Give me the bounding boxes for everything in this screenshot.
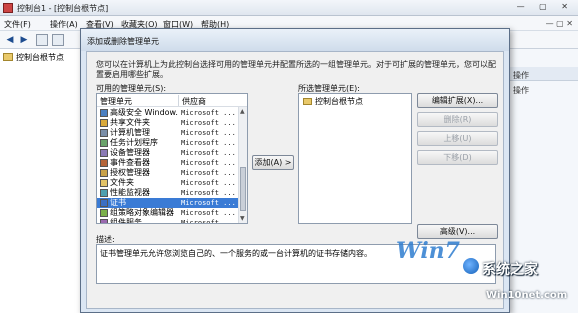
child-window-controls[interactable]: — ▢ ✕ xyxy=(546,19,573,28)
snapin-row[interactable]: 计算机管理 Microsoft ... xyxy=(97,128,238,138)
snapin-icon xyxy=(100,219,108,223)
snapin-icon xyxy=(100,149,108,157)
add-remove-snapin-dialog: 添加或删除管理单元 您可以在计算机上为此控制台选择可用的管理单元并配置所选的一组… xyxy=(80,28,510,313)
snapin-icon xyxy=(100,189,108,197)
export-list-icon[interactable] xyxy=(52,34,64,46)
forward-arrow-icon[interactable]: ▶ xyxy=(18,34,30,46)
snapin-name: 共享文件夹 xyxy=(110,118,150,127)
move-down-button[interactable]: 下移(D) xyxy=(417,150,498,165)
snapin-name: 证书 xyxy=(110,198,126,207)
snapin-icon xyxy=(100,209,108,217)
snapin-name: 任务计划程序 xyxy=(110,138,158,147)
watermark-brand: 系统之家 xyxy=(482,262,538,278)
column-header-snapin[interactable]: 管理单元 xyxy=(100,96,132,107)
console-app-icon xyxy=(3,3,13,13)
snapin-name: 文件夹 xyxy=(110,178,134,187)
console-tree: 控制台根节点 xyxy=(0,49,86,313)
scroll-thumb[interactable] xyxy=(240,167,246,211)
snapin-icon xyxy=(100,139,108,147)
snapin-vendor: Microsoft ... xyxy=(181,159,236,167)
dialog-title: 添加或删除管理单元 xyxy=(87,37,159,46)
edit-extensions-button[interactable]: 编辑扩展(X)... xyxy=(417,93,498,108)
snapin-row[interactable]: 高级安全 Window... Microsoft ... xyxy=(97,108,238,118)
snapin-name: 授权管理器 xyxy=(110,168,150,177)
snapin-vendor: Microsoft ... xyxy=(181,199,236,207)
dialog-description: 您可以在计算机上为此控制台选择可用的管理单元并配置所选的一组管理单元。对于可扩展… xyxy=(96,60,496,79)
window-title: 控制台1 - [控制台根节点] xyxy=(17,4,109,13)
snapin-vendor: Microsoft ... xyxy=(181,179,236,187)
snapin-icon xyxy=(100,199,108,207)
snapin-row[interactable]: 组策略对象编辑器 Microsoft ... xyxy=(97,208,238,218)
move-up-button[interactable]: 上移(U) xyxy=(417,131,498,146)
back-arrow-icon[interactable]: ◀ xyxy=(4,34,16,46)
folder-icon xyxy=(303,98,312,105)
snapin-name: 组件服务 xyxy=(110,218,142,224)
snapin-name: 事件查看器 xyxy=(110,158,150,167)
list-scrollbar[interactable]: ▲ ▼ xyxy=(238,107,247,223)
snapin-row[interactable]: 任务计划程序 Microsoft ... xyxy=(97,138,238,148)
snapin-icon xyxy=(100,119,108,127)
snapin-icon xyxy=(100,109,108,117)
window-controls[interactable]: — ▢ ✕ xyxy=(517,2,574,11)
snapin-vendor: Microsoft ... xyxy=(181,149,236,157)
snapin-row[interactable]: 共享文件夹 Microsoft ... xyxy=(97,118,238,128)
advanced-button[interactable]: 高级(V)... xyxy=(417,224,498,239)
dialog-body: 您可以在计算机上为此控制台选择可用的管理单元并配置所选的一组管理单元。对于可扩展… xyxy=(86,51,504,309)
snapin-vendor: Microsoft ... xyxy=(181,109,236,117)
snapin-vendor: Microsoft ... xyxy=(181,129,236,137)
actions-item[interactable]: 操作 xyxy=(513,70,529,81)
snapin-row[interactable]: 组件服务 Microsoft ... xyxy=(97,218,238,224)
snapin-icon xyxy=(100,179,108,187)
snapin-name: 组策略对象编辑器 xyxy=(110,208,174,217)
snapin-vendor: Microsoft ... xyxy=(181,189,236,197)
snapin-name: 设备管理器 xyxy=(110,148,150,157)
remove-button[interactable]: 删除(R) xyxy=(417,112,498,127)
scroll-up-icon[interactable]: ▲ xyxy=(240,108,245,115)
watermark-win7: Win7 xyxy=(396,238,460,264)
dialog-title-bar: 添加或删除管理单元 xyxy=(81,29,509,51)
snapin-vendor: Microsoft ... xyxy=(181,209,236,217)
snapin-row[interactable]: 授权管理器 Microsoft ... xyxy=(97,168,238,178)
watermark-logo-icon xyxy=(463,258,479,274)
selected-snapins-list[interactable]: 控制台根节点 xyxy=(298,93,412,224)
snapin-vendor: Microsoft ... xyxy=(181,169,236,177)
add-button[interactable]: 添加(A) > xyxy=(252,155,294,170)
snapin-row[interactable]: 设备管理器 Microsoft ... xyxy=(97,148,238,158)
snapin-row[interactable]: 文件夹 Microsoft ... xyxy=(97,178,238,188)
title-bar: 控制台1 - [控制台根节点] — ▢ ✕ xyxy=(0,0,578,16)
snapin-vendor: Microsoft ... xyxy=(181,119,236,127)
snapin-icon xyxy=(100,159,108,167)
snapin-name: 计算机管理 xyxy=(110,128,150,137)
snapin-name: 高级安全 Window... xyxy=(110,108,178,117)
snapin-row[interactable]: 性能监视器 Microsoft ... xyxy=(97,188,238,198)
snapin-icon xyxy=(100,129,108,137)
tree-root-node[interactable]: 控制台根节点 xyxy=(16,52,64,63)
list-header: 管理单元 供应商 xyxy=(97,94,247,107)
folder-icon xyxy=(3,53,13,61)
snapin-vendor: Microsoft ... xyxy=(181,219,236,224)
menu-file[interactable]: 文件(F) xyxy=(4,19,31,30)
scroll-down-icon[interactable]: ▼ xyxy=(240,215,245,222)
snapin-name: 性能监视器 xyxy=(110,188,150,197)
menu-action[interactable]: 操作(A) xyxy=(50,19,78,30)
snapin-icon xyxy=(100,169,108,177)
actions-item[interactable]: 操作 xyxy=(513,85,529,96)
column-header-vendor[interactable]: 供应商 xyxy=(182,96,206,107)
snapin-vendor: Microsoft ... xyxy=(181,139,236,147)
selected-root-node[interactable]: 控制台根节点 xyxy=(315,96,363,107)
snapin-row[interactable]: 事件查看器 Microsoft ... xyxy=(97,158,238,168)
snapin-row[interactable]: 证书 Microsoft ... xyxy=(97,198,238,208)
watermark-url: Win10net.com xyxy=(486,290,568,301)
available-snapins-list[interactable]: 管理单元 供应商 高级安全 Window... Microsoft ... 共享文件… xyxy=(96,93,248,224)
show-hide-tree-icon[interactable] xyxy=(36,34,48,46)
